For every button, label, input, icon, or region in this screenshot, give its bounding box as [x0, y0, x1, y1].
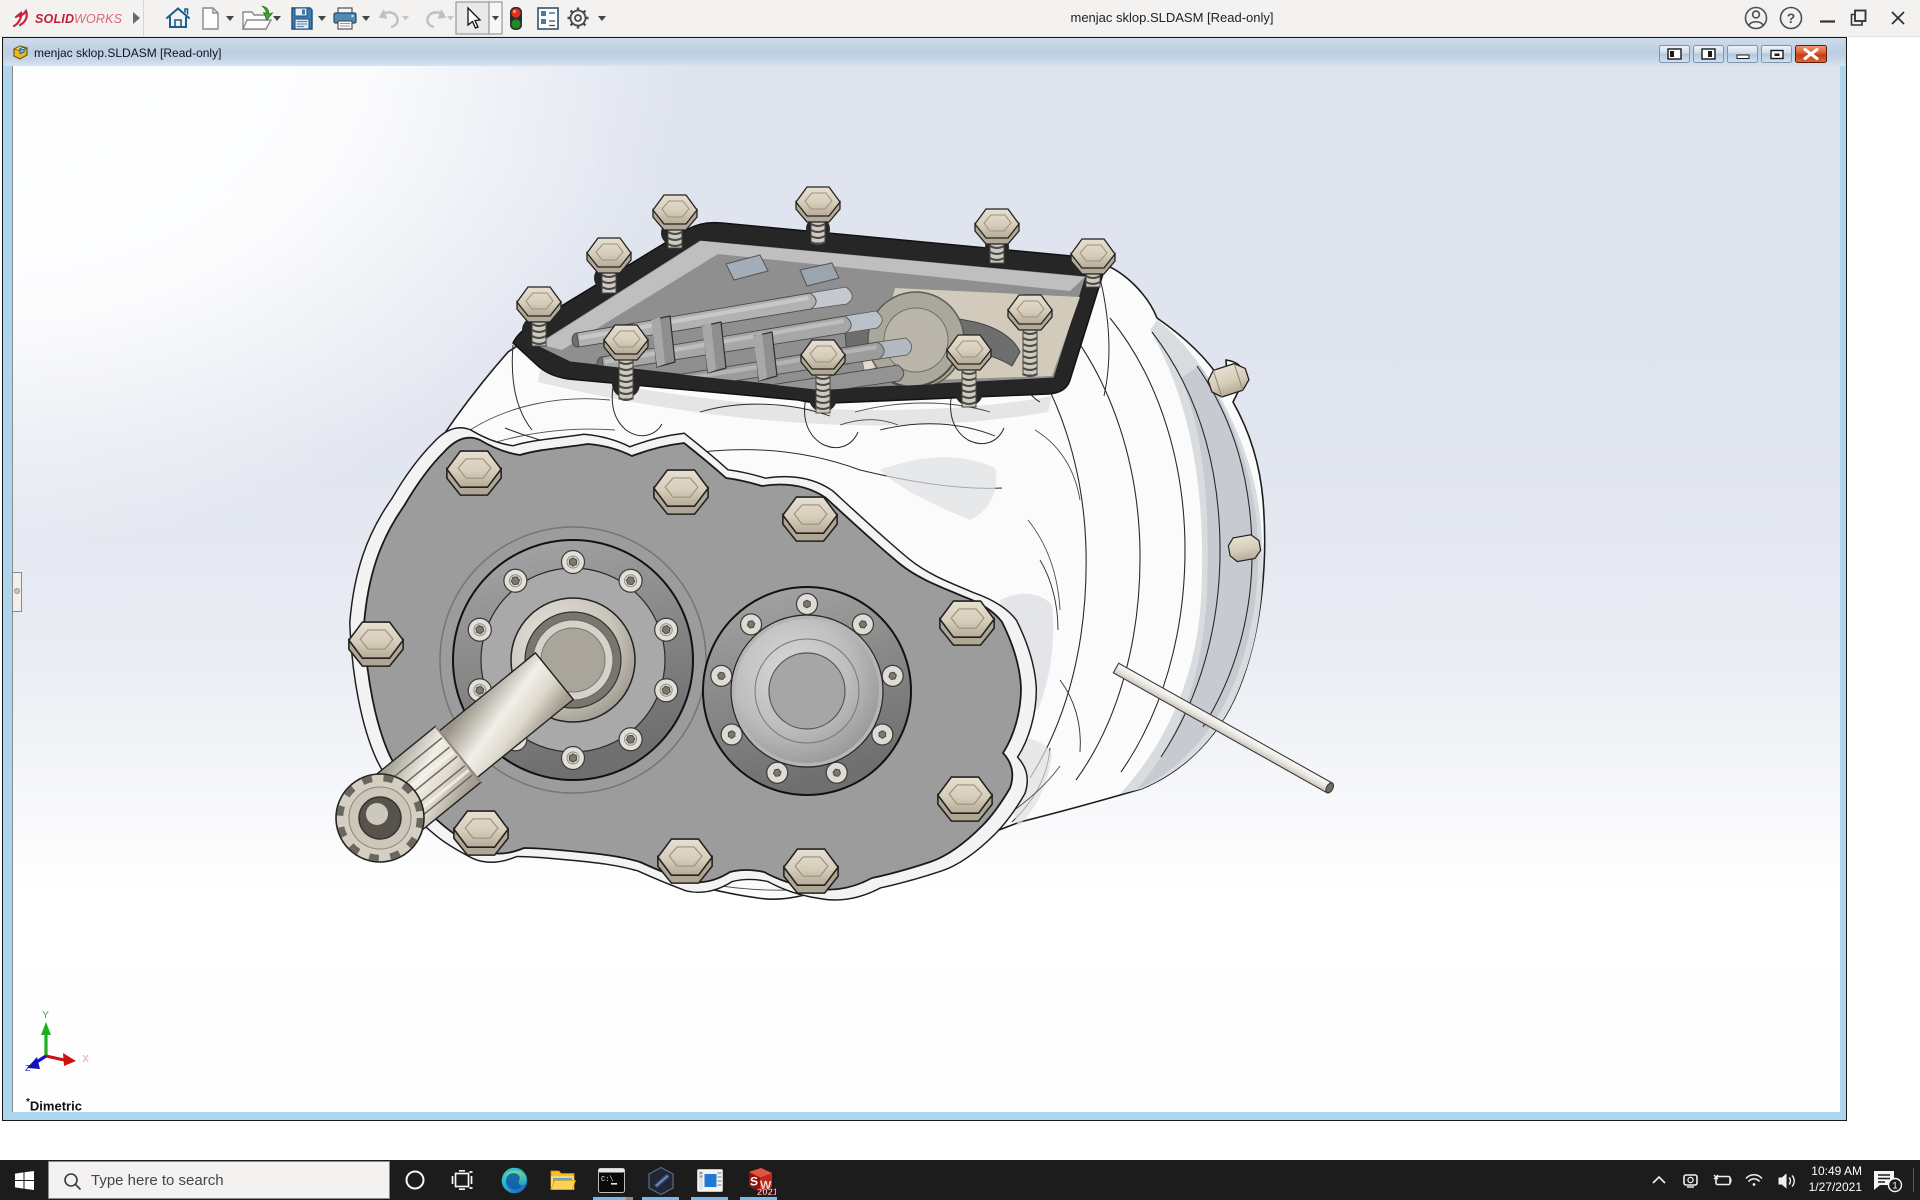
svg-text:Y: Y: [42, 1009, 49, 1021]
svg-text:Z: Z: [25, 1063, 30, 1073]
svg-text:X: X: [82, 1053, 89, 1065]
svg-text:2021: 2021: [757, 1187, 776, 1196]
svg-text:1: 1: [1892, 1181, 1897, 1192]
svg-text:C:\: C:\: [601, 1176, 614, 1184]
